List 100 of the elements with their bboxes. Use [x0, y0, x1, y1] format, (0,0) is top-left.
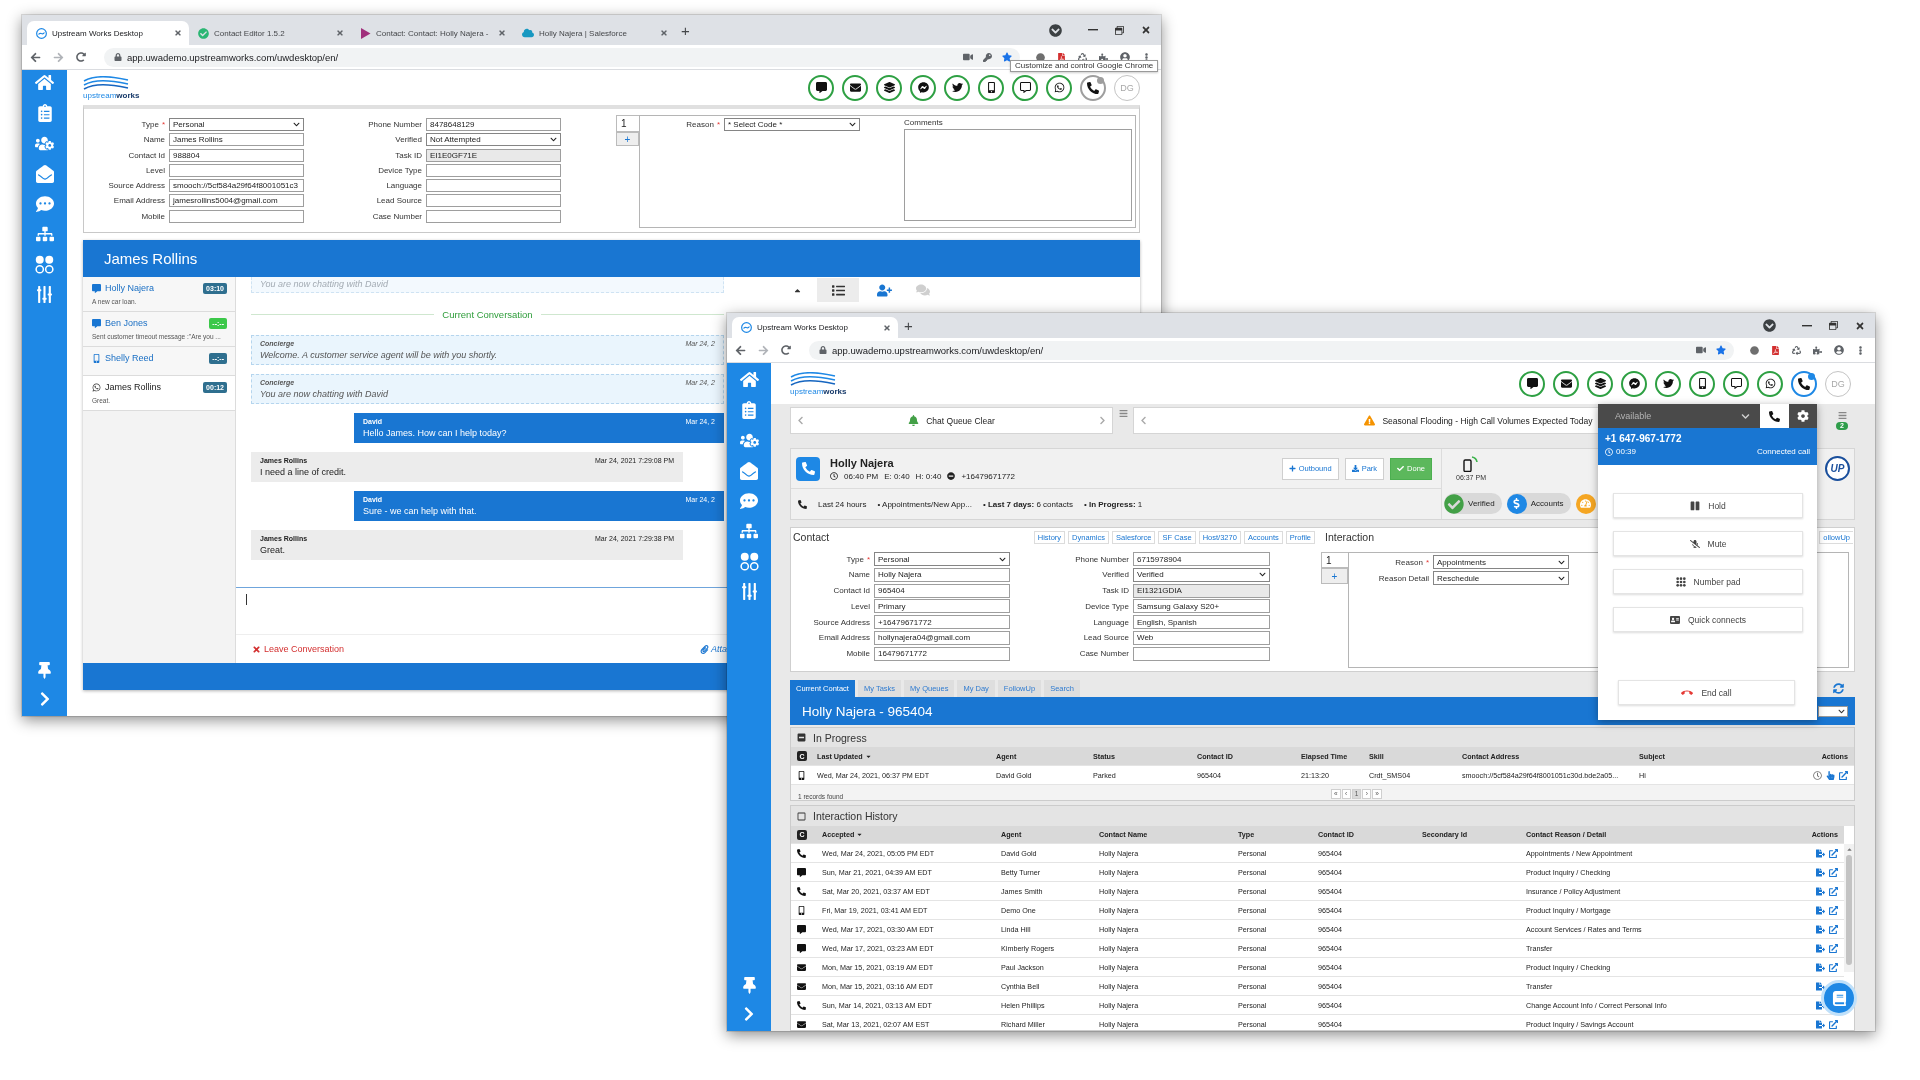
list-view-icon[interactable]: [817, 278, 859, 302]
external-link-icon[interactable]: [1829, 943, 1838, 953]
status-dropdown[interactable]: Available: [1598, 404, 1760, 428]
profile-icon[interactable]: [1834, 345, 1844, 355]
envelope-icon[interactable]: [1553, 370, 1579, 397]
browser-tab[interactable]: Upstream Works Desktop: [732, 317, 898, 338]
envelope-open-icon[interactable]: [35, 165, 54, 183]
input-field[interactable]: hollynajera04@gmail.com: [874, 631, 1010, 645]
file-export-icon[interactable]: [1816, 924, 1825, 934]
input-field[interactable]: 8478648129: [426, 118, 561, 131]
input-field[interactable]: [426, 194, 561, 208]
browser-tab[interactable]: Holly Najera | Salesforce: [513, 21, 675, 45]
file-export-icon[interactable]: [1816, 981, 1825, 991]
recycle-icon[interactable]: [1792, 345, 1801, 355]
key-icon[interactable]: [983, 52, 992, 62]
input-field[interactable]: [169, 163, 304, 177]
circles-icon[interactable]: [739, 552, 759, 571]
back-arrow-icon[interactable]: [735, 344, 746, 356]
layers-icon[interactable]: [876, 74, 902, 101]
home-icon[interactable]: [35, 73, 54, 92]
input-field[interactable]: Samsung Galaxy S20+: [1133, 599, 1270, 614]
file-export-icon[interactable]: [1816, 962, 1825, 972]
close-icon[interactable]: [1141, 25, 1151, 35]
refresh-icon[interactable]: [1833, 683, 1844, 694]
file-export-icon[interactable]: [1816, 943, 1825, 953]
bird-icon[interactable]: [944, 74, 970, 101]
close-tab-icon[interactable]: [660, 29, 668, 37]
close-icon[interactable]: [1855, 320, 1865, 331]
number-pad-button[interactable]: Number pad: [1613, 569, 1803, 594]
external-link-icon[interactable]: [1839, 770, 1848, 780]
input-field[interactable]: 16479671772: [874, 646, 1010, 661]
more-icon[interactable]: [1142, 52, 1151, 62]
chat-bubble-icon[interactable]: [1519, 370, 1545, 397]
browser-tab[interactable]: Contact Editor 1.5.2: [189, 21, 351, 45]
layers-icon[interactable]: [1587, 370, 1613, 397]
dropdown-field[interactable]: Reschedule: [1433, 571, 1569, 585]
new-tab-button[interactable]: +: [681, 22, 690, 38]
input-field[interactable]: smooch://5cf584a29f64f8001051c3: [169, 179, 304, 193]
mobile-phone-icon[interactable]: [978, 74, 1004, 101]
restore-icon[interactable]: [1829, 321, 1838, 330]
input-field[interactable]: 965404: [874, 583, 1010, 598]
reload-icon[interactable]: [76, 52, 86, 62]
home-icon[interactable]: [739, 370, 759, 389]
circles-icon[interactable]: [35, 255, 54, 274]
add-person-icon[interactable]: [877, 282, 892, 298]
input-field[interactable]: [1133, 646, 1270, 661]
pin-icon[interactable]: [36, 662, 53, 679]
settings-icon[interactable]: [1797, 410, 1809, 422]
input-field[interactable]: [426, 179, 561, 193]
clock-icon[interactable]: [1813, 770, 1822, 780]
phone-tab-icon[interactable]: [1760, 404, 1789, 428]
sliders-icon[interactable]: [740, 583, 758, 600]
menu-icon[interactable]: [1118, 409, 1128, 418]
close-tab-icon[interactable]: [336, 29, 344, 37]
mobile-phone-icon[interactable]: [1689, 370, 1715, 397]
external-link-icon[interactable]: [1829, 924, 1838, 934]
lightning-bubble-icon[interactable]: [1621, 370, 1647, 397]
file-export-icon[interactable]: [1816, 867, 1825, 877]
square-bubble-icon[interactable]: [1723, 370, 1749, 397]
external-link-icon[interactable]: [1829, 962, 1838, 972]
phone-bubble-icon[interactable]: [1046, 74, 1072, 101]
input-field[interactable]: James Rollins: [169, 133, 304, 147]
chat-dots-icon[interactable]: [35, 195, 54, 213]
comments-field[interactable]: [904, 129, 1132, 221]
phone-bubble-icon[interactable]: [1757, 370, 1783, 397]
hand-pointer-icon[interactable]: [1826, 770, 1835, 780]
file-export-icon[interactable]: [1816, 848, 1825, 858]
browser-tab[interactable]: Contact: Contact: Holly Najera -: [351, 21, 513, 45]
more-icon[interactable]: [1856, 345, 1865, 355]
input-field[interactable]: jamesrollins5004@gmail.com: [169, 194, 304, 208]
users-gear-icon[interactable]: [35, 134, 54, 153]
dropdown-field[interactable]: Personal: [169, 118, 304, 131]
close-tab-icon[interactable]: [883, 323, 891, 332]
phone-icon[interactable]: [1080, 74, 1106, 101]
close-tab-icon[interactable]: [498, 29, 506, 37]
star-icon[interactable]: [1002, 52, 1012, 62]
interaction-tab[interactable]: 1: [616, 115, 639, 132]
input-field[interactable]: +16479671772: [874, 615, 1010, 630]
input-field[interactable]: 6715978904: [1133, 552, 1270, 566]
phone-icon[interactable]: [1791, 370, 1817, 397]
star-icon[interactable]: [1716, 345, 1726, 355]
input-field[interactable]: Web: [1133, 631, 1270, 645]
scrollbar[interactable]: [1844, 844, 1854, 972]
file-export-icon[interactable]: [1816, 1019, 1825, 1029]
recycle-icon[interactable]: [1078, 52, 1087, 62]
sliders-icon[interactable]: [36, 286, 53, 303]
external-link-icon[interactable]: [1829, 848, 1838, 858]
dropdown-field[interactable]: Not Attempted: [426, 133, 561, 147]
dropdown-field[interactable]: * Select Code *: [724, 118, 860, 131]
camera-icon[interactable]: [963, 52, 973, 62]
close-tab-icon[interactable]: [174, 29, 182, 37]
logo-badge[interactable]: UP: [1825, 456, 1850, 481]
envelope-icon[interactable]: [842, 74, 868, 101]
input-field[interactable]: Primary: [874, 599, 1010, 614]
puzzle-icon[interactable]: [1813, 345, 1822, 355]
input-field[interactable]: English, Spanish: [1133, 615, 1270, 630]
add-interaction-button[interactable]: +: [1321, 568, 1348, 584]
pdf-icon[interactable]: [1771, 345, 1780, 355]
input-field[interactable]: [426, 209, 561, 223]
pin-icon[interactable]: [740, 977, 758, 994]
